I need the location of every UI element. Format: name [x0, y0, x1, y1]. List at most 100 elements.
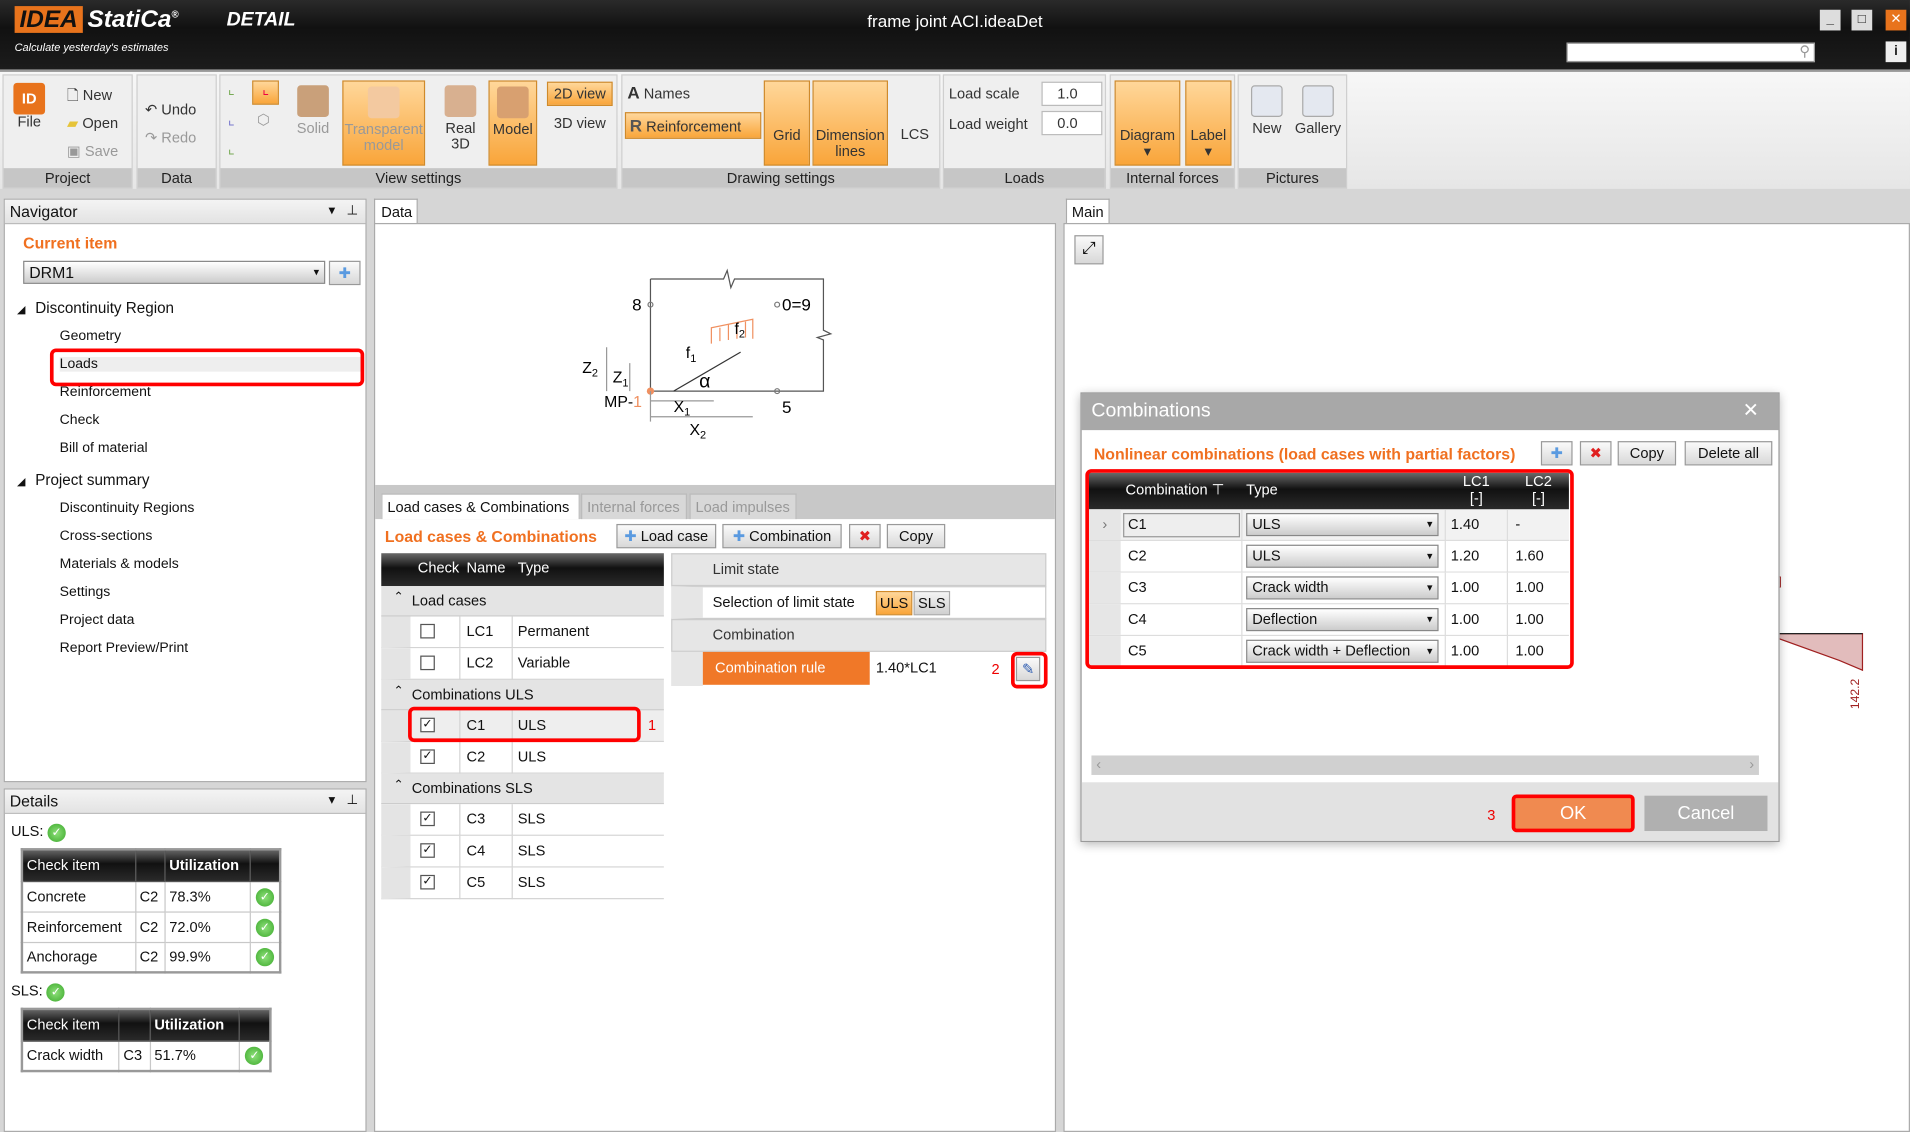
model-button[interactable]: Model — [488, 80, 538, 166]
axis-icon[interactable]: ⌞ — [228, 81, 235, 98]
title-bar: IDEA StatiCa® DETAIL Calculate yesterday'… — [0, 0, 1910, 70]
file-button[interactable]: ID File — [9, 82, 50, 131]
fit-view-button[interactable]: ⤢ — [1074, 235, 1104, 265]
tab-load-cases-combinations[interactable]: Load cases & Combinations — [381, 493, 580, 520]
sidebar-item-bill-of-material[interactable]: Bill of material — [60, 441, 148, 456]
uls-toggle[interactable]: ULS — [875, 590, 913, 616]
add-item-button[interactable]: ✚ — [328, 260, 361, 286]
sidebar-item-project-data[interactable]: Project data — [60, 613, 135, 628]
checkbox[interactable]: ✓ — [420, 874, 435, 890]
collapse-icon[interactable]: ◢ — [17, 475, 25, 487]
sidebar-item-reinforcement[interactable]: Reinforcement — [60, 385, 151, 400]
checkbox[interactable] — [420, 655, 435, 671]
info-button[interactable]: i — [1885, 41, 1907, 63]
add-load-case-button[interactable]: ✚ Load case — [616, 523, 717, 549]
dimension-lines-button[interactable]: Dimension lines — [812, 80, 888, 166]
dialog-title: Combinations — [1091, 400, 1211, 422]
solid-button[interactable]: Solid — [291, 85, 335, 136]
axis-view-button[interactable]: ⌞ — [252, 80, 279, 105]
table-row[interactable]: ✓ C4 SLS — [381, 835, 664, 868]
tab-main[interactable]: Main — [1065, 198, 1110, 225]
f1-label: f1 — [686, 345, 696, 365]
collapse-icon[interactable]: ⌃ — [393, 685, 403, 698]
minimize-button[interactable]: _ — [1819, 9, 1841, 31]
data-panel: 8 0=9 5 f1 f2 α MP-1 X1 X2 Z2 Z1 Load ca… — [373, 222, 1057, 1132]
checkbox[interactable] — [420, 623, 435, 639]
2d-view-button[interactable]: 2D view — [546, 81, 613, 107]
tree-group[interactable]: ◢ Discontinuity Region — [17, 300, 174, 317]
checkbox[interactable]: ✓ — [420, 749, 435, 764]
point-0-9: 0=9 — [782, 296, 811, 315]
table-row: Reinforcement C2 72.0% ✓ — [21, 910, 281, 943]
dialog-close-button[interactable]: ✕ — [1743, 398, 1759, 422]
tab-internal-forces[interactable]: Internal forces — [581, 493, 688, 520]
sidebar-item-check[interactable]: Check — [60, 413, 100, 428]
3d-view-button[interactable]: 3D view — [547, 115, 613, 132]
group-row[interactable]: ⌃ Load cases — [381, 586, 664, 617]
checkbox[interactable]: ✓ — [420, 811, 435, 827]
combination-rule-label: Combination rule — [702, 651, 870, 685]
sidebar-item-geometry[interactable]: Geometry — [60, 329, 122, 344]
delete-button[interactable]: ✖ — [849, 523, 881, 549]
copy-combination-button[interactable]: Copy — [1617, 441, 1677, 466]
collapse-icon[interactable]: ⌃ — [393, 779, 403, 792]
checkbox[interactable]: ✓ — [420, 843, 435, 858]
step-marker-1: 1 — [648, 716, 657, 734]
tab-load-impulses[interactable]: Load impulses — [689, 493, 797, 520]
load-scale-input[interactable]: 1.0 — [1041, 81, 1103, 107]
real-3d-button[interactable]: Real 3D — [440, 85, 481, 152]
row-type: Variable — [517, 654, 571, 672]
ok-button[interactable]: OK — [1511, 794, 1635, 833]
sidebar-item-report-preview-print[interactable]: Report Preview/Print — [60, 641, 188, 656]
new-button[interactable]: 🗋 New — [67, 87, 112, 104]
label-button[interactable]: Label ▾ — [1185, 80, 1232, 166]
undo-button[interactable]: ↶ Undo — [145, 102, 196, 118]
save-button[interactable]: ▣ Save — [67, 143, 118, 160]
close-button[interactable]: ✕ — [1885, 9, 1907, 31]
sidebar-item-cross-sections[interactable]: Cross-sections — [60, 529, 153, 544]
table-row[interactable]: LC2 Variable — [381, 648, 664, 680]
table-row[interactable]: ✓ C5 SLS — [381, 867, 664, 900]
grid-button[interactable]: Grid — [763, 80, 811, 166]
collapse-icon[interactable]: ⌃ — [393, 591, 403, 604]
reinforcement-button[interactable]: R Reinforcement — [624, 112, 762, 139]
axis-icon[interactable]: ⌞ — [228, 111, 235, 128]
real-3d-icon — [444, 85, 477, 117]
collapse-icon[interactable]: ◢ — [17, 303, 25, 315]
copy-button[interactable]: Copy — [886, 523, 946, 549]
transparent-model-button[interactable]: Transparent model — [342, 80, 426, 166]
current-item-select[interactable]: DRM1 — [23, 260, 326, 284]
sidebar-item-settings[interactable]: Settings — [60, 585, 111, 600]
delete-combination-button[interactable]: ✖ — [1579, 441, 1612, 466]
combination: C2 — [134, 880, 166, 913]
sidebar-item-materials-models[interactable]: Materials & models — [60, 557, 179, 572]
sls-toggle[interactable]: SLS — [913, 590, 951, 616]
tab-data[interactable]: Data — [373, 198, 418, 225]
table-row[interactable]: ✓ C3 SLS — [381, 804, 664, 836]
tree-group[interactable]: ◢ Project summary — [17, 472, 149, 489]
load-weight-input[interactable]: 0.0 — [1041, 110, 1103, 136]
add-combination-button[interactable]: ✚ — [1540, 441, 1573, 466]
delete-all-button[interactable]: Delete all — [1684, 441, 1773, 466]
pin-icon[interactable]: ▾ ⊥ — [329, 202, 359, 218]
gallery-button[interactable]: Gallery — [1292, 85, 1343, 136]
new-picture-button[interactable]: New — [1244, 85, 1290, 136]
names-button[interactable]: A Names — [627, 84, 690, 102]
cube-icon[interactable]: ⬡ — [257, 111, 270, 128]
cancel-button[interactable]: Cancel — [1644, 795, 1768, 832]
sidebar-item-discontinuity-regions[interactable]: Discontinuity Regions — [60, 501, 195, 516]
group-row[interactable]: ⌃ Combinations SLS — [381, 773, 664, 805]
lcs-button[interactable]: LCS — [895, 85, 934, 142]
table-row[interactable]: ✓ C2 ULS — [381, 742, 664, 774]
alpha-label: α — [699, 370, 710, 392]
horizontal-scrollbar[interactable]: ‹ › — [1091, 755, 1759, 775]
axis-icon[interactable]: ⌞ — [228, 141, 235, 157]
maximize-button[interactable]: □ — [1851, 9, 1873, 31]
open-button[interactable]: ▰ Open — [67, 115, 118, 132]
pin-icon[interactable]: ▾ ⊥ — [329, 792, 359, 808]
search-input[interactable]: ⚲ — [1566, 42, 1815, 63]
add-combination-button[interactable]: ✚ Combination — [722, 523, 842, 549]
diagram-button[interactable]: Diagram ▾ — [1114, 80, 1181, 166]
table-row[interactable]: LC1 Permanent — [381, 616, 664, 649]
redo-button[interactable]: ↷ Redo — [145, 130, 196, 146]
